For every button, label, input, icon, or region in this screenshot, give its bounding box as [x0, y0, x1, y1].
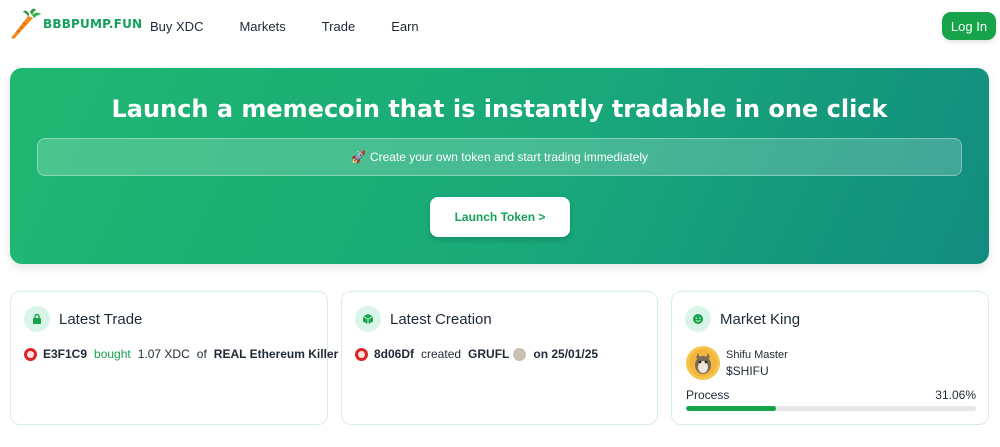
creation-date: on 25/01/25 [533, 347, 599, 361]
latest-trade-card: Latest Trade E3F1C9 bought 1.07 XDC of R… [10, 291, 338, 425]
card-header: Latest Creation [355, 306, 492, 332]
progress-fill [686, 406, 777, 411]
rocket-icon: 🚀 [350, 150, 366, 164]
user-avatar [24, 347, 37, 361]
process-progress-bar [686, 406, 976, 411]
cube-icon [355, 306, 381, 332]
process-label: Process [686, 388, 730, 402]
card-header: Market King [685, 306, 800, 332]
token-avatar [686, 346, 720, 380]
main-nav: Buy XDC Markets Trade Earn [150, 19, 455, 34]
token-image [513, 347, 527, 361]
logo[interactable]: BBBPUMP.FUN [8, 6, 142, 42]
smile-icon [685, 306, 711, 332]
nav-earn[interactable]: Earn [391, 19, 418, 34]
lock-icon [24, 306, 50, 332]
trade-amount: 1.07 XDC [137, 347, 190, 361]
created-token-name[interactable]: GRUFL [468, 347, 509, 361]
latest-trade-row[interactable]: E3F1C9 bought 1.07 XDC of REAL Ethereum … [24, 347, 342, 361]
card-header: Latest Trade [24, 306, 142, 332]
logo-text: BBBPUMP.FUN [43, 17, 143, 31]
card-title: Market King [720, 310, 801, 328]
traded-token-name[interactable]: REAL Ethereum Killer [214, 347, 338, 361]
market-king-card: Market King Shifu Master $SHIFU Process … [671, 291, 989, 425]
hero-subtitle-box: 🚀 Create your own token and start tradin… [37, 138, 962, 176]
trade-preposition: of [196, 347, 207, 361]
creation-action: created [421, 347, 462, 361]
latest-creation-row[interactable]: 8d06Df created GRUFL on 25/01/25 [355, 347, 602, 361]
top-header: BBBPUMP.FUN Buy XDC Markets Trade Earn L… [0, 0, 1000, 54]
latest-creation-card: Latest Creation 8d06Df created GRUFL on … [341, 291, 658, 425]
token-ticker: $SHIFU [726, 363, 769, 378]
hero-subtitle: Create your own token and start trading … [369, 150, 649, 164]
card-title: Latest Trade [59, 310, 143, 328]
nav-markets[interactable]: Markets [239, 19, 285, 34]
carrot-logo-icon [11, 8, 41, 39]
trader-address[interactable]: E3F1C9 [43, 347, 87, 361]
trade-action: bought [94, 347, 131, 361]
launch-token-button[interactable]: Launch Token > [430, 197, 570, 237]
market-king-token[interactable]: Shifu Master $SHIFU [686, 346, 788, 380]
login-button[interactable]: Log In [942, 12, 996, 40]
token-info: Shifu Master $SHIFU [726, 349, 788, 378]
user-avatar [355, 347, 368, 361]
process-row: Process 31.06% [686, 388, 976, 402]
nav-buy-xdc[interactable]: Buy XDC [150, 19, 203, 34]
creator-address[interactable]: 8d06Df [374, 347, 414, 361]
hero-banner: Launch a memecoin that is instantly trad… [10, 68, 989, 264]
nav-trade[interactable]: Trade [322, 19, 355, 34]
token-name: Shifu Master [726, 348, 788, 361]
card-title: Latest Creation [390, 310, 492, 328]
process-value: 31.06% [935, 388, 976, 402]
hero-title: Launch a memecoin that is instantly trad… [111, 95, 888, 123]
